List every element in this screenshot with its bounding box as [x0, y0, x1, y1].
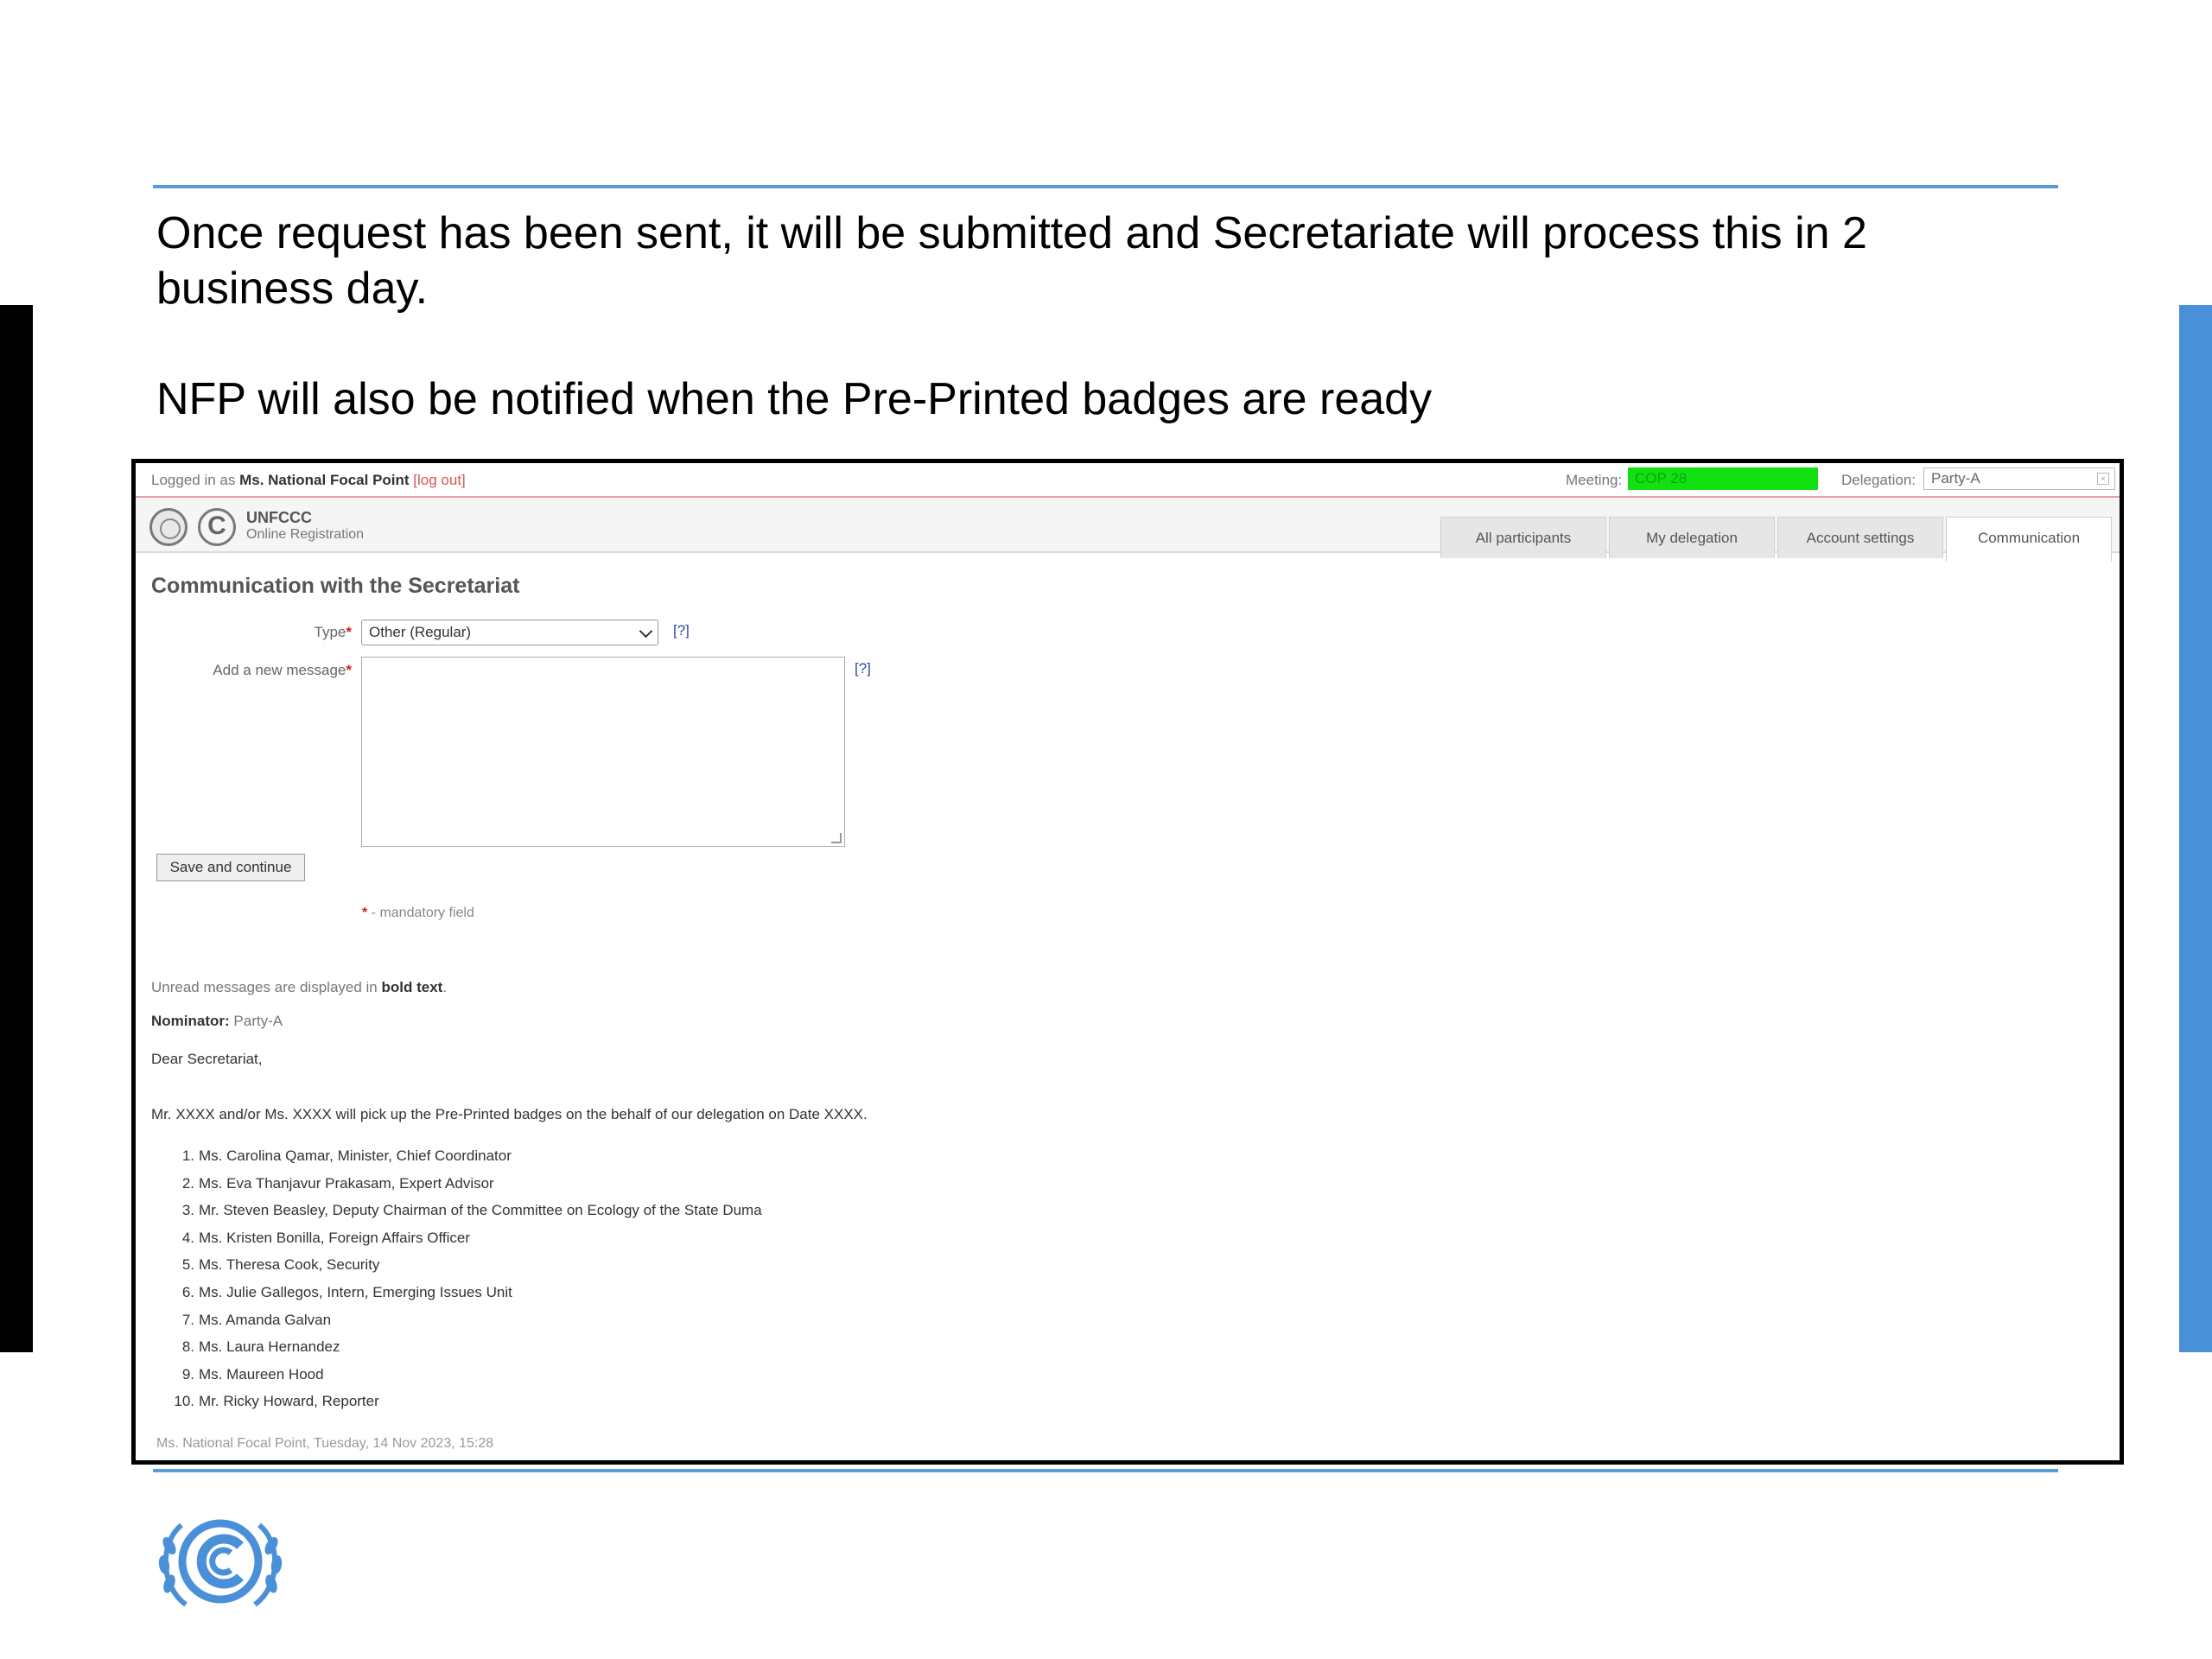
meeting-field[interactable]: COP 28	[1628, 467, 1818, 490]
required-mark: *	[346, 624, 352, 640]
delegation-label: Delegation:	[1841, 472, 1916, 488]
list-item: 10. Mr. Ricky Howard, Reporter	[174, 1393, 379, 1410]
slide-paragraph-submitted: Once request has been sent, it will be s…	[156, 208, 1867, 314]
registration-screenshot: Logged in as Ms. National Focal Point [l…	[131, 459, 2124, 1465]
list-item: 8. Ms. Laura Hernandez	[181, 1338, 340, 1356]
tab-account-settings[interactable]: Account settings	[1777, 517, 1943, 558]
participant-list: 1. Ms. Carolina Qamar, Minister, Chief Co…	[151, 1147, 762, 1421]
slide-paragraph-notified: NFP will also be notified when the Pre-P…	[156, 374, 1433, 424]
list-item: 7. Ms. Amanda Galvan	[181, 1311, 332, 1328]
message-label: Add a new message*	[213, 662, 352, 678]
top-bar: Logged in as Ms. National Focal Point [l…	[136, 463, 2120, 498]
save-and-continue-button[interactable]: Save and continue	[156, 854, 305, 881]
type-label: Type*	[314, 624, 352, 640]
login-status: Logged in as Ms. National Focal Point [l…	[151, 472, 466, 489]
unfccc-logo-icon: C	[198, 508, 236, 546]
list-item: 9. Ms. Maureen Hood	[181, 1365, 324, 1382]
left-edge-bar	[0, 305, 33, 1352]
page-title: Communication with the Secretariat	[151, 574, 520, 598]
message-greeting: Dear Secretariat,	[151, 1051, 263, 1067]
meeting-label: Meeting:	[1566, 472, 1623, 488]
logged-in-prefix: Logged in as	[151, 472, 240, 488]
chevron-down-icon	[639, 624, 653, 639]
resize-handle-icon[interactable]	[831, 833, 842, 843]
mandatory-field-note: * - mandatory field	[362, 906, 474, 920]
tab-communication[interactable]: Communication	[1946, 517, 2112, 562]
type-select-value: Other (Regular)	[369, 624, 472, 640]
logout-link[interactable]: [log out]	[413, 472, 466, 488]
message-textarea[interactable]	[361, 657, 845, 847]
right-edge-bar	[2179, 305, 2212, 1352]
type-help-link[interactable]: [?]	[673, 622, 690, 639]
nominator: Nominator: Party-A	[151, 1013, 283, 1030]
message-body: Mr. XXXX and/or Ms. XXXX will pick up th…	[151, 1106, 868, 1122]
required-mark: *	[346, 662, 352, 678]
clear-icon[interactable]: ×	[2097, 473, 2109, 485]
unread-messages-note: Unread messages are displayed in bold te…	[151, 979, 448, 995]
list-item: 2. Ms. Eva Thanjavur Prakasam, Expert Adv…	[181, 1174, 494, 1192]
un-emblem-icon	[149, 508, 188, 546]
user-name: Ms. National Focal Point	[239, 472, 410, 488]
delegation-value: Party-A	[1931, 470, 1980, 486]
list-item: 1. Ms. Carolina Qamar, Minister, Chief Co…	[181, 1147, 512, 1164]
list-item: 4. Ms. Kristen Bonilla, Foreign Affairs O…	[181, 1229, 470, 1246]
brand-subtitle: Online Registration	[246, 527, 365, 542]
delegation-field[interactable]: Party-A ×	[1923, 467, 2115, 490]
list-item: 5. Ms. Theresa Cook, Security	[181, 1256, 380, 1274]
site-header: C UNFCCC Online Registration All partici…	[136, 498, 2120, 562]
list-item: 3. Mr. Steven Beasley, Deputy Chairman of…	[181, 1202, 762, 1219]
message-signature: Ms. National Focal Point, Tuesday, 14 No…	[156, 1436, 494, 1451]
bottom-divider	[153, 1469, 2058, 1472]
nominator-label: Nominator:	[151, 1013, 230, 1029]
type-select[interactable]: Other (Regular)	[361, 620, 658, 645]
unfccc-wreath-logo-icon	[158, 1519, 283, 1607]
brand-name: UNFCCC	[246, 509, 312, 526]
tab-all-participants[interactable]: All participants	[1440, 517, 1606, 558]
message-help-link[interactable]: [?]	[855, 660, 871, 677]
nominator-value: Party-A	[229, 1013, 283, 1029]
top-divider	[153, 185, 2058, 188]
list-item: 6. Ms. Julie Gallegos, Intern, Emerging I…	[181, 1283, 512, 1300]
bold-text-example: bold text	[381, 979, 443, 995]
tab-my-delegation[interactable]: My delegation	[1609, 517, 1775, 558]
